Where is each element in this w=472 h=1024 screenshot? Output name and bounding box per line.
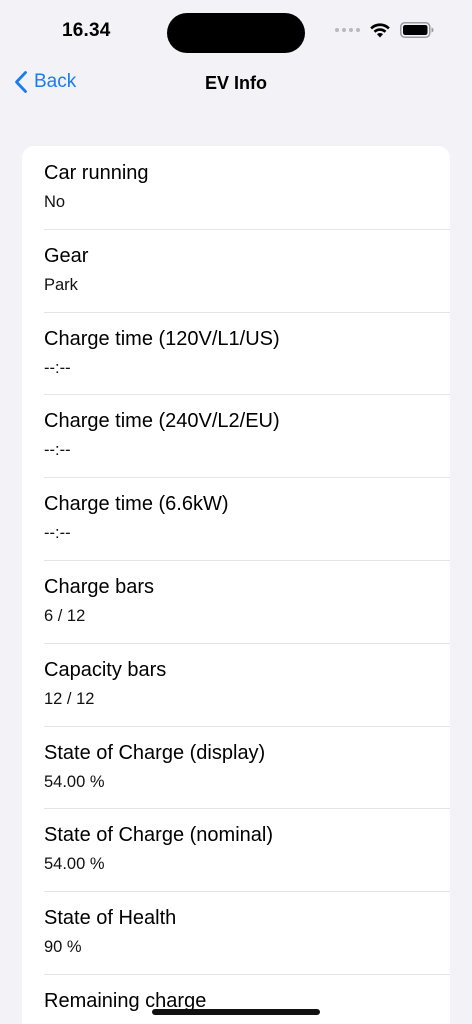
list-item-title: Charge time (240V/L2/EU) <box>44 410 280 433</box>
list-item-title: State of Health <box>44 907 177 930</box>
list-item-title: Charge time (6.6kW) <box>44 493 229 516</box>
list-item-value: 6 / 12 <box>44 606 86 625</box>
list-item-value: 12 / 12 <box>44 689 95 708</box>
signal-dots-icon <box>335 28 360 32</box>
list-item-value: 54.00 % <box>44 855 105 874</box>
list-item-charge-time-6-6kw: Charge time (6.6kW) --:-- <box>22 477 450 560</box>
list-item-value: --:-- <box>44 358 71 377</box>
list-item-charge-time-240v: Charge time (240V/L2/EU) --:-- <box>22 394 450 477</box>
list-item-title: Gear <box>44 244 89 267</box>
list-item-value: 54.00 % <box>44 772 105 791</box>
list-item-value: --:-- <box>44 524 71 543</box>
list-item-soc-display: State of Charge (display) 54.00 % <box>22 725 450 809</box>
list-item-soc-nominal: State of Charge (nominal) 54.00 % <box>22 808 450 891</box>
list-item-value: Park <box>44 275 78 294</box>
list-item-title: Charge bars <box>44 575 155 598</box>
list-item-charge-time-120v: Charge time (120V/L1/US) --:-- <box>22 311 450 395</box>
navigation-bar: Back EV Info <box>0 62 472 106</box>
home-indicator[interactable] <box>152 1009 320 1015</box>
list-item-value: 90 % <box>44 938 82 957</box>
list-item-title: State of Charge (nominal) <box>44 824 274 847</box>
dynamic-island <box>167 13 305 53</box>
list-item-car-running: Car running No <box>22 146 450 229</box>
list-item-remaining-charge: Remaining charge <box>22 973 450 1024</box>
list-item-title: State of Charge (display) <box>44 741 266 764</box>
ev-info-list: Car running No Gear Park Charge time (12… <box>22 146 450 1024</box>
list-item-state-of-health: State of Health 90 % <box>22 891 450 974</box>
status-bar: 16.34 <box>0 0 472 62</box>
list-item-title: Charge time (120V/L1/US) <box>44 327 280 350</box>
list-item-title: Car running <box>44 162 149 184</box>
page-title: EV Info <box>205 73 267 93</box>
wifi-icon <box>370 22 390 38</box>
list-item-capacity-bars: Capacity bars 12 / 12 <box>22 642 450 726</box>
list-item-charge-bars: Charge bars 6 / 12 <box>22 559 450 643</box>
list-item-gear: Gear Park <box>22 228 450 312</box>
status-time: 16.34 <box>62 20 111 41</box>
screen: 16.34 Back EV Info Car running No Gear P… <box>0 0 472 1024</box>
list-item-value: --:-- <box>44 441 71 460</box>
list-item-title: Capacity bars <box>44 658 167 681</box>
battery-icon <box>400 22 434 38</box>
list-item-value: No <box>44 193 66 211</box>
status-icons <box>335 22 434 38</box>
